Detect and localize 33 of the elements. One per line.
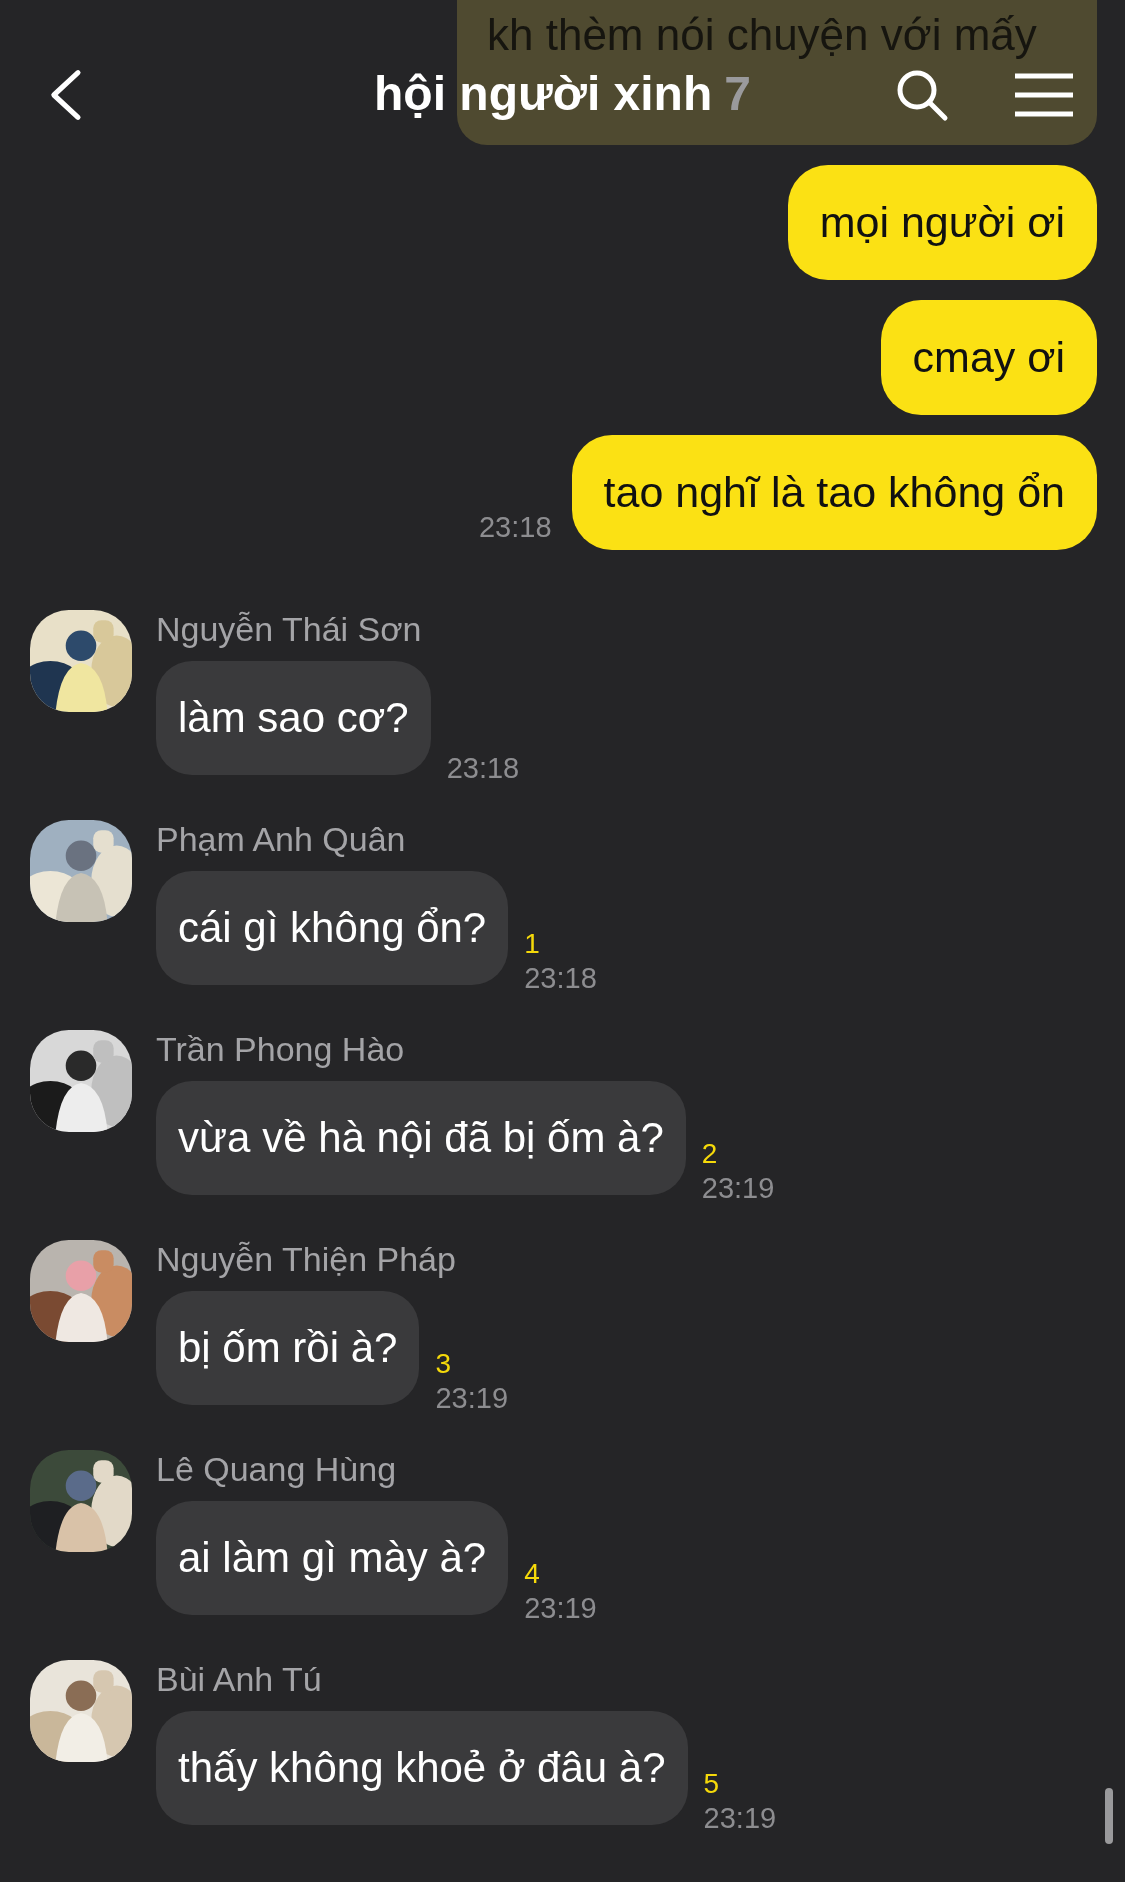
message-bubble: cmay ơi xyxy=(880,300,1097,415)
sender-name: Nguyễn Thiện Pháp xyxy=(156,1240,456,1279)
message-time: 23:19 xyxy=(524,1592,597,1625)
unread-count: 4 xyxy=(524,1558,540,1590)
message-bubble: tao nghĩ là tao không ổn xyxy=(571,435,1097,550)
message-time: 23:19 xyxy=(703,1802,777,1835)
message-bubble: ai làm gì mày à? xyxy=(156,1501,509,1615)
message-bubble: bị ốm rồi à? xyxy=(156,1291,420,1405)
message-time: 23:19 xyxy=(701,1172,775,1205)
unread-count: 5 xyxy=(703,1768,720,1800)
message-time: 23:18 xyxy=(479,511,552,544)
message-bubble: làm sao cơ? xyxy=(156,661,431,775)
search-icon[interactable] xyxy=(895,68,949,122)
sender-name: Nguyễn Thái Sơn xyxy=(156,610,422,649)
message-bubble: vừa về hà nội đã bị ốm à? xyxy=(156,1081,686,1195)
back-icon[interactable] xyxy=(48,69,82,121)
sender-name: Trần Phong Hào xyxy=(156,1030,405,1069)
unread-count: 1 xyxy=(524,928,540,960)
menu-icon[interactable] xyxy=(1013,72,1075,118)
message-bubble: mọi người ơi xyxy=(787,165,1097,280)
message-bubble: thấy không khoẻ ở đâu à? xyxy=(156,1711,688,1825)
member-count: 7 xyxy=(724,66,751,121)
unread-count: 2 xyxy=(701,1138,718,1170)
message-time: 23:18 xyxy=(524,962,597,995)
message-time: 23:19 xyxy=(435,1382,508,1415)
sender-name: Bùi Anh Tú xyxy=(156,1660,322,1699)
message-time: 23:18 xyxy=(446,752,520,785)
message-bubble: cái gì không ổn? xyxy=(156,871,509,985)
sender-name: Lê Quang Hùng xyxy=(156,1450,397,1489)
unread-count: 3 xyxy=(435,1348,451,1380)
sender-name: Phạm Anh Quân xyxy=(156,820,406,859)
scrollbar[interactable] xyxy=(1105,1788,1113,1844)
chat-title: hội người xinh xyxy=(374,66,713,121)
